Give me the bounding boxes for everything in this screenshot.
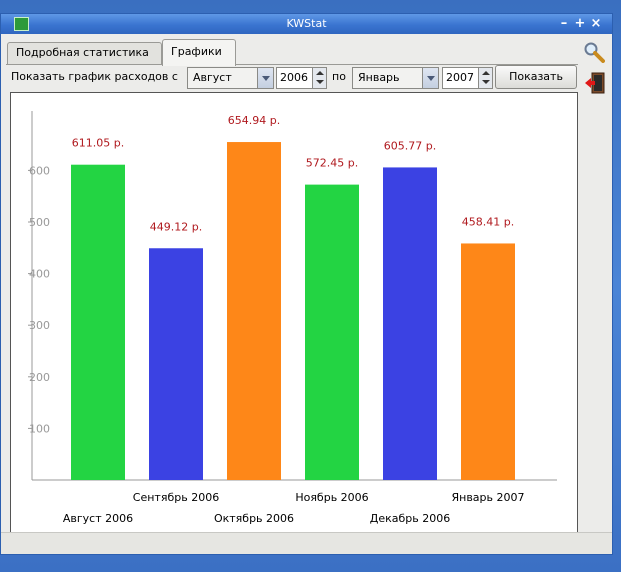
y-tick-label: 500 xyxy=(29,216,50,229)
chart-panel: 100 200 300 400 500 600 611.05 р. Август 2006 44… xyxy=(10,92,578,543)
arrow-up-icon[interactable] xyxy=(316,71,324,75)
to-month-select[interactable]: Январь xyxy=(352,67,439,89)
bar xyxy=(71,164,125,481)
from-year-value: 2006 xyxy=(280,71,308,84)
bar-chart: 100 200 300 400 500 600 611.05 р. Август 2006 44… xyxy=(28,111,557,525)
from-year-stepper[interactable]: 2006 xyxy=(276,67,327,89)
y-tick-label: 100 xyxy=(29,422,50,435)
arrow-down-icon[interactable] xyxy=(316,80,324,84)
bar xyxy=(149,248,203,480)
y-tick-label: 600 xyxy=(29,164,50,177)
from-month-value: Август xyxy=(193,71,232,84)
bar-value-label: 611.05 р. xyxy=(72,137,124,150)
title-bar[interactable]: KWStat – + × xyxy=(1,14,612,34)
bar xyxy=(461,243,515,480)
arrow-up-icon[interactable] xyxy=(482,71,490,75)
y-tick-label: 300 xyxy=(29,319,50,332)
bar-value-label: 458.41 р. xyxy=(462,215,514,228)
tab-charts[interactable]: Графики xyxy=(162,39,236,66)
bar-value-label: 605.77 р. xyxy=(384,139,436,152)
exit-door-icon[interactable] xyxy=(584,72,606,94)
minimize-icon[interactable]: – xyxy=(557,15,571,32)
from-month-select[interactable]: Август xyxy=(187,67,274,89)
y-tick-label: 200 xyxy=(29,371,50,384)
category-label: Декабрь 2006 xyxy=(370,512,451,525)
bar xyxy=(227,142,281,480)
tab-detailed-stats[interactable]: Подробная статистика xyxy=(7,42,162,65)
stepper-buttons[interactable] xyxy=(312,68,326,88)
bar xyxy=(383,167,437,481)
to-year-stepper[interactable]: 2007 xyxy=(442,67,493,89)
chevron-down-icon[interactable] xyxy=(257,68,273,88)
tab-separator xyxy=(6,64,578,65)
tab-label: Графики xyxy=(171,45,222,58)
chevron-down-icon[interactable] xyxy=(422,68,438,88)
status-bar xyxy=(1,532,612,554)
to-year-value: 2007 xyxy=(446,71,474,84)
arrow-down-icon[interactable] xyxy=(482,80,490,84)
bar xyxy=(305,184,359,481)
show-range-label: Показать график расходов с xyxy=(11,70,178,83)
main-window: KWStat – + × Подробная статистика График… xyxy=(0,13,613,555)
close-icon[interactable]: × xyxy=(589,15,603,32)
bar-value-label: 654.94 р. xyxy=(228,114,280,127)
maximize-icon[interactable]: + xyxy=(573,15,587,32)
bar-value-label: 449.12 р. xyxy=(150,220,202,233)
y-tick-label: 400 xyxy=(29,268,50,281)
category-label: Январь 2007 xyxy=(451,491,524,504)
to-month-value: Январь xyxy=(358,71,400,84)
category-label: Сентябрь 2006 xyxy=(133,491,219,504)
wrench-magnifier-icon[interactable] xyxy=(583,41,605,63)
to-label: по xyxy=(332,70,346,83)
show-button[interactable]: Показать xyxy=(495,65,577,89)
category-label: Ноябрь 2006 xyxy=(295,491,368,504)
window-title: KWStat xyxy=(286,17,327,30)
tab-label: Подробная статистика xyxy=(16,46,149,59)
category-label: Октябрь 2006 xyxy=(214,512,294,525)
bar-value-label: 572.45 р. xyxy=(306,157,358,170)
category-label: Август 2006 xyxy=(63,512,133,525)
stepper-buttons[interactable] xyxy=(478,68,492,88)
